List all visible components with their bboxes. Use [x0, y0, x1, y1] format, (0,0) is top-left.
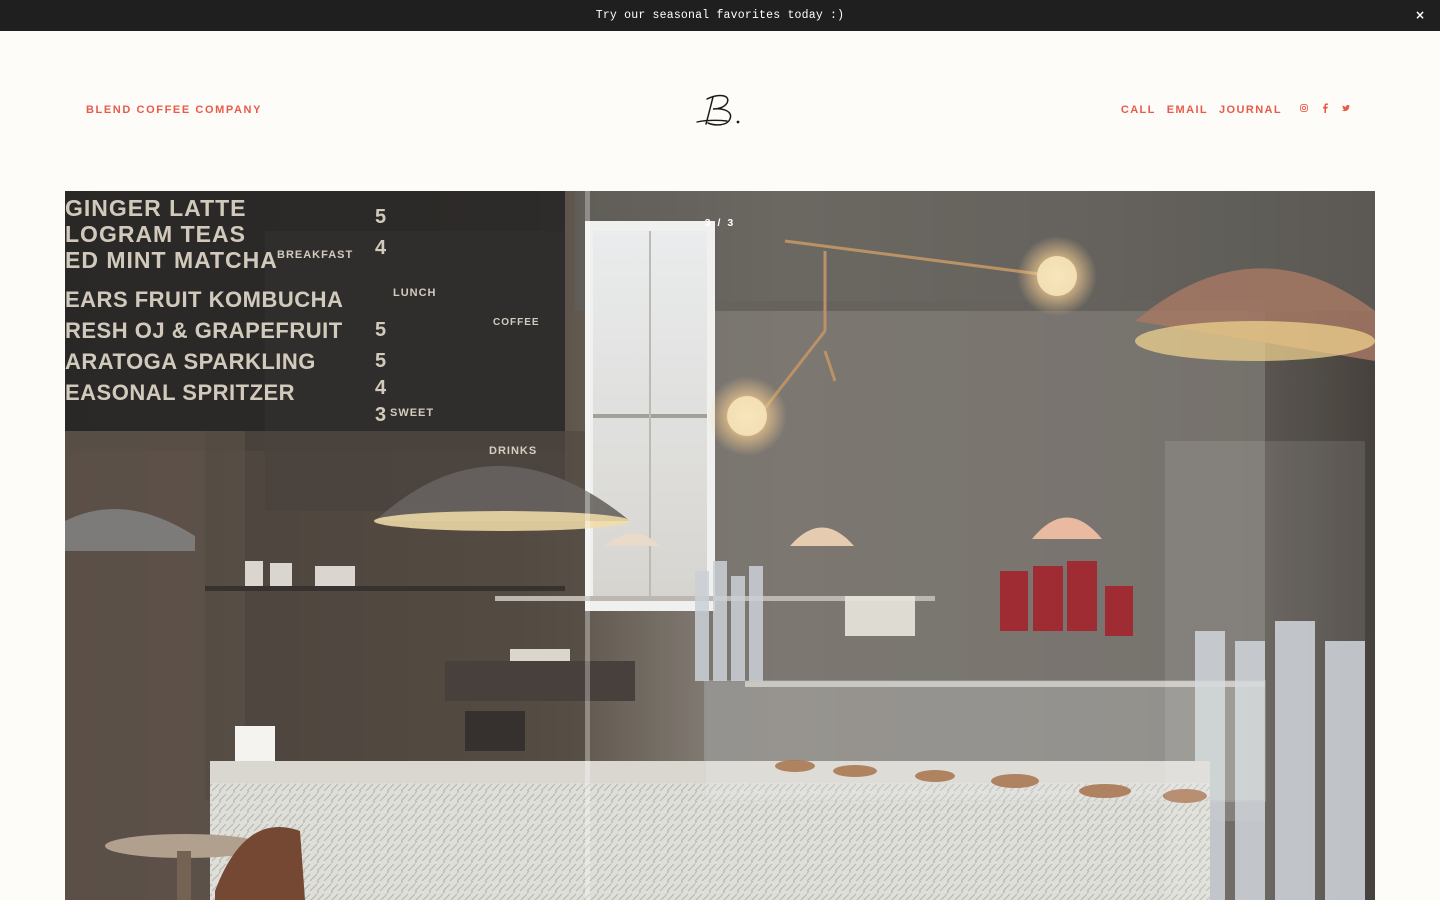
brand-link[interactable]: BLEND COFFEE COMPANY [86, 104, 262, 116]
social-links [1300, 103, 1350, 113]
nav-journal[interactable]: JOURNAL [1219, 104, 1282, 116]
twitter-icon[interactable] [1342, 103, 1350, 113]
menu-line: ARATOGA SPARKLING [65, 349, 316, 374]
close-icon[interactable]: × [1412, 7, 1428, 23]
nav-email[interactable]: EMAIL [1167, 104, 1208, 116]
instagram-icon[interactable] [1300, 103, 1308, 113]
menu-price: 3 [375, 404, 387, 426]
menu-heading: BREAKFAST [277, 249, 354, 261]
menu-heading: COFFEE [493, 317, 540, 328]
logo[interactable] [693, 89, 749, 133]
menu-price: 4 [375, 377, 387, 399]
hero-slideshow[interactable]: GINGER LATTE LOGRAM TEAS ED MINT MATCHA … [65, 191, 1375, 900]
menu-line: ED MINT MATCHA [65, 247, 278, 273]
nav-call[interactable]: CALL [1121, 104, 1156, 116]
menu-line: RESH OJ & GRAPEFRUIT [65, 318, 343, 343]
announcement-bar: Try our seasonal favorites today :) × [0, 0, 1440, 31]
menu-price: 5 [375, 319, 387, 341]
facebook-icon[interactable] [1321, 103, 1329, 113]
menu-price: 4 [375, 237, 387, 259]
main-nav: CALL EMAIL JOURNAL [1121, 104, 1282, 116]
announcement-text: Try our seasonal favorites today :) [595, 9, 845, 22]
logo-mark [696, 94, 740, 126]
menu-heading: LUNCH [393, 287, 437, 299]
menu-heading: SWEET [390, 407, 435, 419]
menu-heading: DRINKS [489, 445, 538, 457]
slide-counter: 3 / 3 [704, 217, 736, 229]
menu-line: EASONAL SPRITZER [65, 380, 296, 405]
site-header: BLEND COFFEE COMPANY CALL EMAIL JOURNAL [0, 31, 1440, 191]
menu-line: EARS FRUIT KOMBUCHA [65, 287, 344, 312]
menu-price: 5 [375, 350, 387, 372]
